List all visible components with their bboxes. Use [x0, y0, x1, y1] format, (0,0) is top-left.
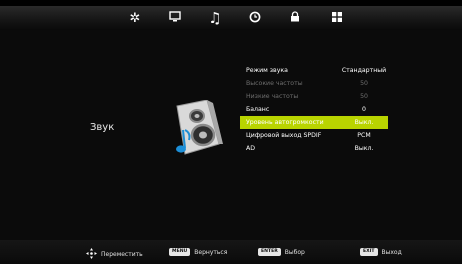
- list-item-treble[interactable]: Высокие частоты 50: [240, 77, 388, 90]
- hint-move: Переместить: [86, 248, 143, 261]
- music-note-icon: ♫: [208, 8, 222, 27]
- hint-back-label: Вернуться: [194, 248, 228, 256]
- setting-label: Уровень автогромкости: [246, 119, 324, 126]
- setting-label: Баланс: [246, 106, 270, 113]
- tab-screen[interactable]: [164, 8, 186, 28]
- setting-value: Выкл.: [354, 145, 374, 152]
- hint-select-label: Выбор: [284, 248, 305, 256]
- setting-label: Высокие частоты: [246, 80, 303, 87]
- enter-key-badge: ENTER: [258, 248, 281, 256]
- hint-move-label: Переместить: [101, 251, 143, 258]
- list-item-spdif[interactable]: Цифровой выход SPDIF PCM: [240, 129, 388, 142]
- hint-exit: EXIT Выход: [360, 248, 402, 256]
- setting-value: 0: [362, 106, 366, 113]
- list-item-auto-volume[interactable]: Уровень автогромкости Выкл.: [240, 116, 388, 129]
- list-item-sound-mode[interactable]: Режим звука Стандартный: [240, 64, 388, 77]
- tab-picture[interactable]: ✲: [124, 8, 146, 28]
- tab-time[interactable]: [244, 8, 266, 28]
- hint-exit-label: Выход: [381, 248, 402, 256]
- list-item-ad[interactable]: AD Выкл.: [240, 142, 388, 155]
- setting-label: Режим звука: [246, 67, 288, 74]
- tab-lock[interactable]: [284, 8, 306, 28]
- menu-key-badge: MENU: [169, 248, 191, 256]
- picture-icon: ✲: [129, 10, 141, 26]
- exit-key-badge: EXIT: [360, 248, 378, 256]
- setting-value: Выкл.: [354, 119, 374, 126]
- hint-back: MENU Вернуться: [169, 248, 227, 256]
- tv-menu-screen: ✲ ♫ Звук Режим звука Стандартный Высокие…: [0, 0, 462, 264]
- setting-label: Цифровой выход SPDIF: [246, 132, 322, 139]
- speaker-icon: [163, 99, 231, 156]
- category-tab-bar: ✲ ♫: [0, 6, 462, 30]
- tab-sound[interactable]: ♫: [204, 8, 226, 28]
- setting-value: 50: [360, 93, 368, 100]
- category-title: Звук: [90, 122, 115, 133]
- sound-settings-list: Режим звука Стандартный Высокие частоты …: [240, 64, 388, 155]
- list-item-balance[interactable]: Баланс 0: [240, 103, 388, 116]
- clock-icon: [249, 11, 261, 26]
- tab-setup[interactable]: [326, 8, 348, 28]
- menu-panel: [0, 30, 462, 240]
- setting-label: AD: [246, 145, 255, 152]
- grid-icon: [332, 11, 342, 25]
- hint-select: ENTER Выбор: [258, 248, 305, 256]
- arrows-icon: [86, 248, 97, 261]
- lock-icon: [290, 11, 300, 25]
- setting-value: Стандартный: [341, 67, 387, 74]
- setting-value: 50: [360, 80, 368, 87]
- list-item-bass[interactable]: Низкие частоты 50: [240, 90, 388, 103]
- setting-label: Низкие частоты: [246, 93, 299, 100]
- monitor-icon: [169, 11, 181, 25]
- setting-value: PCM: [357, 132, 371, 139]
- hint-bar: Переместить MENU Вернуться ENTER Выбор E…: [0, 240, 462, 264]
